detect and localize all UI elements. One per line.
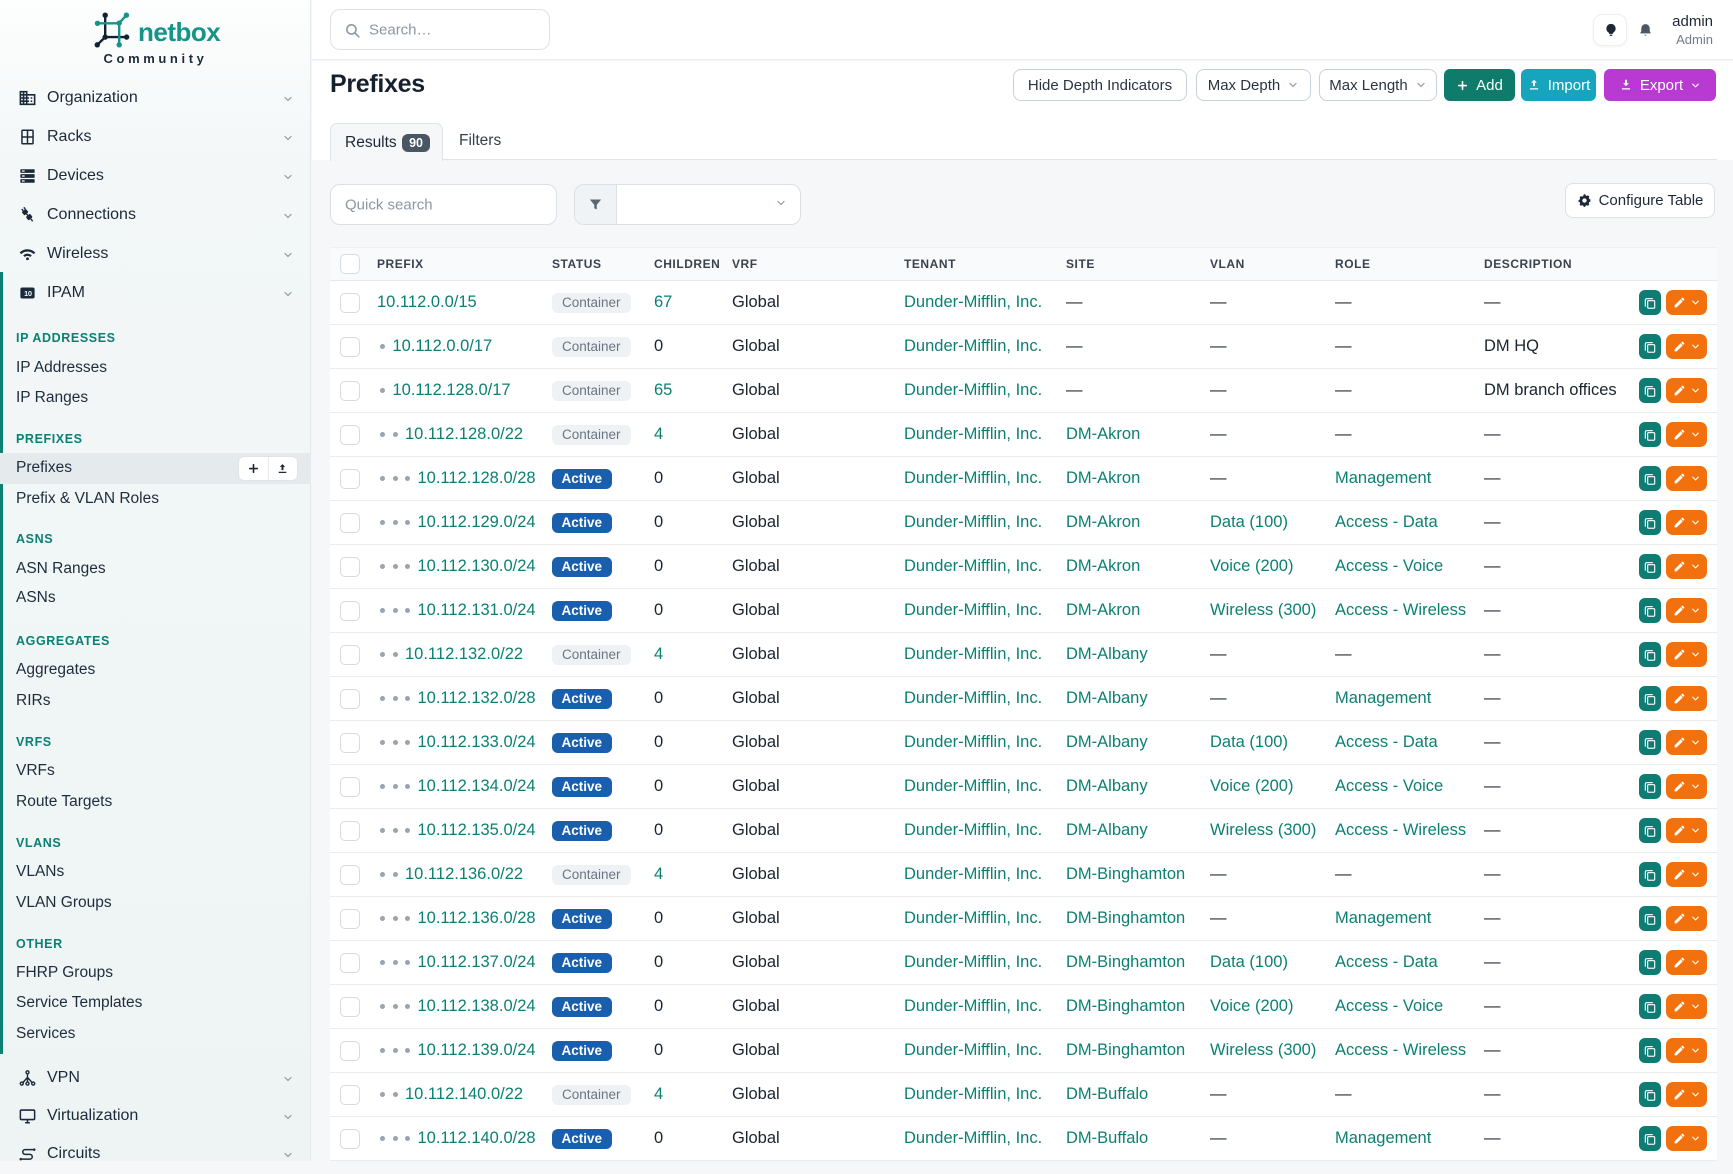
svg-text:0: 0 (28, 289, 32, 298)
svg-text:netbox: netbox (138, 17, 221, 47)
